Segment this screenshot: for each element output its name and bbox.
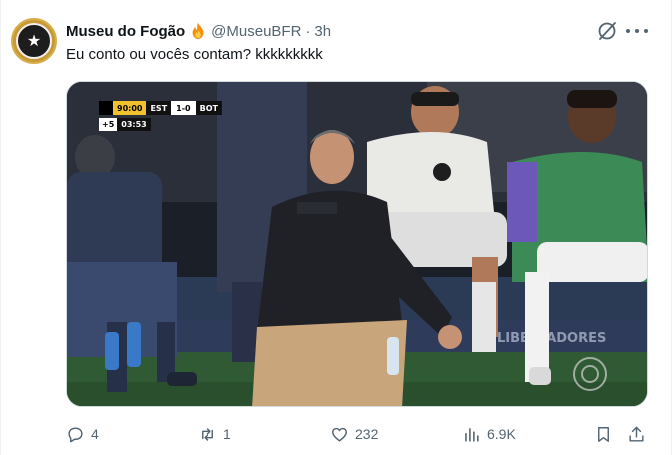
views-button[interactable]: 6.9K xyxy=(462,423,516,445)
competition-logo-icon xyxy=(99,101,113,115)
tweet-media-image[interactable]: LIBERTADORES 90:00 EST 1-0 BOT +5 03:53 xyxy=(66,81,648,407)
reply-count: 4 xyxy=(91,426,99,442)
timeline-border-left xyxy=(0,0,1,455)
repost-icon xyxy=(202,427,213,441)
score: 1-0 xyxy=(171,101,196,115)
like-button[interactable]: 232 xyxy=(330,423,378,445)
added-time: +5 03:53 xyxy=(99,118,151,131)
timestamp[interactable]: 3h xyxy=(314,23,331,40)
more-options-icon[interactable] xyxy=(626,22,648,40)
tweet-header: Museu do Fogão @MuseuBFR · 3h xyxy=(66,20,331,42)
analytics-icon xyxy=(465,427,479,442)
author-handle[interactable]: @MuseuBFR xyxy=(211,23,301,40)
away-team: BOT xyxy=(195,101,222,115)
club-badge-icon xyxy=(433,163,451,181)
added-clock: 03:53 xyxy=(117,118,151,131)
match-time: 90:00 xyxy=(113,101,147,115)
bookmark-icon xyxy=(598,426,609,442)
club-crest-icon: ★ xyxy=(16,23,52,59)
share-icon xyxy=(629,426,644,442)
meta-separator: · xyxy=(305,22,311,40)
share-button[interactable] xyxy=(627,423,646,445)
reply-icon xyxy=(68,426,83,442)
ad-board-text: LIBERTADORES xyxy=(497,331,606,346)
tweet-actions: 4 1 232 6.9K xyxy=(66,423,648,445)
bookmark-button[interactable] xyxy=(594,423,613,445)
home-team: EST xyxy=(146,101,172,115)
match-photo: LIBERTADORES xyxy=(67,82,647,406)
like-count: 232 xyxy=(355,426,379,442)
repost-button[interactable]: 1 xyxy=(198,423,231,445)
grok-icon[interactable] xyxy=(596,20,618,42)
view-count: 6.9K xyxy=(487,426,516,442)
reply-button[interactable]: 4 xyxy=(66,423,99,445)
scorebug: 90:00 EST 1-0 BOT xyxy=(99,101,222,115)
avatar[interactable]: ★ xyxy=(11,18,57,64)
fire-icon xyxy=(189,22,207,40)
repost-count: 1 xyxy=(223,426,231,442)
heart-icon xyxy=(332,427,347,442)
added-minutes: +5 xyxy=(99,118,118,131)
tweet-text: Eu conto ou vocês contam? kkkkkkkkk xyxy=(66,46,323,63)
author-display-name[interactable]: Museu do Fogão xyxy=(66,23,185,40)
